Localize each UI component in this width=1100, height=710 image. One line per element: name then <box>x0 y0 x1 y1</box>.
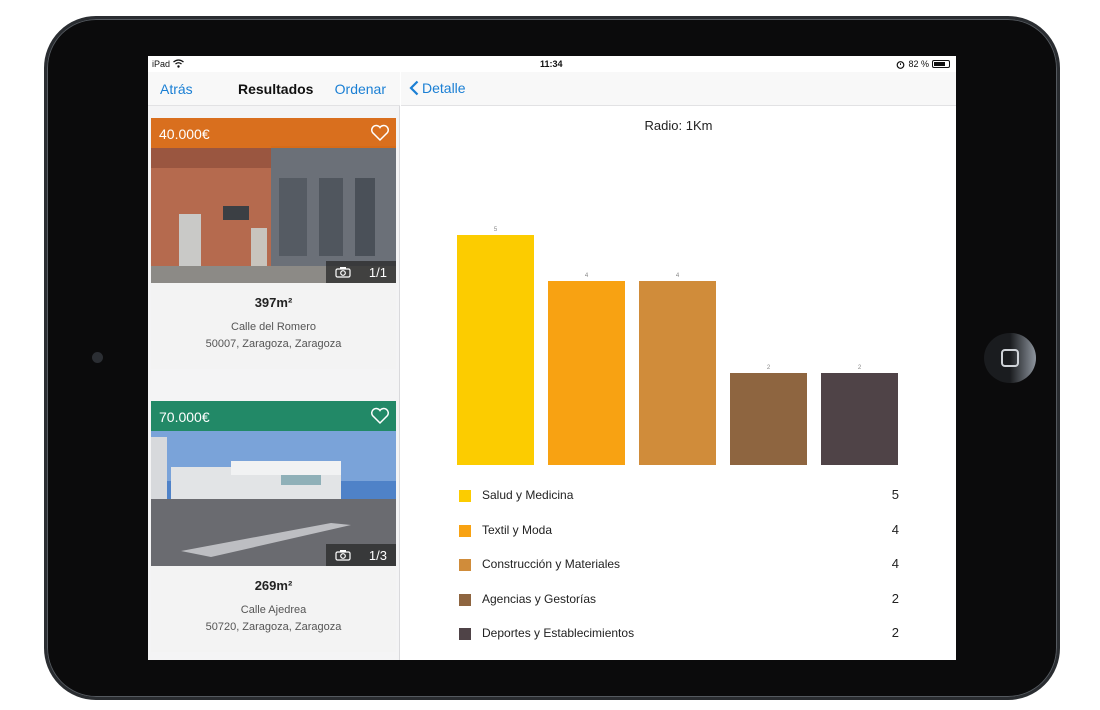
wifi-icon <box>172 59 184 68</box>
legend-label: Salud y Medicina <box>482 488 574 502</box>
results-title: Resultados <box>238 81 314 97</box>
listing-card[interactable]: 40.000€ 1/1 397m² Calle del Romero 50007… <box>151 118 396 369</box>
battery-percent: 82 % <box>908 59 929 69</box>
chart-title: Radio: 1Km <box>644 118 713 133</box>
legend-row: Construcción y Materiales 4 <box>459 553 899 588</box>
listing-area: 397m² <box>254 295 293 310</box>
results-navbar: Atrás Resultados Ordenar <box>148 72 400 106</box>
listing-street: Calle del Romero <box>231 321 316 333</box>
chart-legend: Salud y Medicina 5 Textil y Moda 4 Construcc… <box>459 484 899 657</box>
legend-swatch <box>459 559 471 571</box>
bar-1 <box>548 281 625 465</box>
price-label: 70.000€ <box>159 409 210 425</box>
photo-count-label: 1/3 <box>368 547 387 563</box>
camera-icon <box>335 267 351 278</box>
bar-value-label: 2 <box>858 365 862 371</box>
detail-panel: Detalle Radio: 1Km 5 4 4 2 2 Salud y Medicin… <box>401 72 956 660</box>
detail-back-label: Detalle <box>422 80 466 96</box>
camera-icon <box>335 550 351 561</box>
price-label: 40.000€ <box>159 126 210 142</box>
heart-icon[interactable] <box>370 407 390 425</box>
bar-value-label: 2 <box>767 365 771 371</box>
listing-info: 269m² Calle Ajedrea 50720, Zaragoza, Zar… <box>151 566 396 652</box>
battery-status: 82 % <box>896 59 950 69</box>
status-bar: iPad 11:34 82 % <box>148 56 956 72</box>
back-button[interactable]: Atrás <box>160 81 193 97</box>
legend-label: Construcción y Materiales <box>482 557 621 571</box>
battery-fill <box>934 62 946 66</box>
listing-area: 269m² <box>254 578 293 593</box>
legend-row: Deportes y Establecimientos 2 <box>459 622 899 657</box>
screen: iPad 11:34 82 % Atrás Resultados Ordenar <box>148 56 956 660</box>
chevron-left-icon <box>409 80 419 96</box>
legend-label: Textil y Moda <box>482 522 553 537</box>
legend-swatch <box>459 524 471 537</box>
heart-icon[interactable] <box>370 124 390 142</box>
listing-photo[interactable]: 40.000€ 1/1 <box>151 118 396 283</box>
front-camera <box>92 352 103 363</box>
bar-4 <box>821 373 898 465</box>
home-square-icon <box>1001 349 1019 367</box>
photo-count-label: 1/1 <box>368 264 387 280</box>
detail-back-button[interactable]: Detalle <box>409 80 466 96</box>
legend-row: Salud y Medicina 5 <box>459 484 899 519</box>
legend-row: Textil y Moda 4 <box>459 519 899 554</box>
carrier-label: iPad <box>152 59 171 69</box>
home-button[interactable] <box>984 333 1036 383</box>
sort-button[interactable]: Ordenar <box>335 81 386 97</box>
legend-label: Deportes y Establecimientos <box>482 626 635 640</box>
bar-value-label: 4 <box>585 273 589 279</box>
legend-label: Agencias y Gestorías <box>482 591 597 606</box>
listing-photo[interactable]: 70.000€ 1/3 <box>151 401 396 566</box>
photo-counter[interactable]: 1/1 <box>326 261 396 283</box>
bar-3 <box>730 373 807 465</box>
legend-value: 2 <box>891 625 899 640</box>
bar-value-label: 4 <box>676 273 680 279</box>
bar-chart: 5 4 4 2 2 <box>457 227 898 465</box>
alarm-icon <box>897 60 905 69</box>
legend-value: 5 <box>891 487 899 502</box>
listing-card[interactable]: 70.000€ 1/3 269m² Calle Ajedrea 50720, Z… <box>151 401 396 652</box>
carrier: iPad <box>152 59 184 69</box>
bar-0 <box>457 235 534 465</box>
battery-icon <box>932 60 950 68</box>
bar-2 <box>639 281 716 465</box>
clock: 11:34 <box>540 59 563 69</box>
listing-city: 50720, Zaragoza, Zaragoza <box>205 621 342 633</box>
photo-counter[interactable]: 1/3 <box>326 544 396 566</box>
detail-navbar: Detalle <box>401 72 956 106</box>
legend-value: 2 <box>891 590 899 606</box>
legend-swatch <box>459 593 471 606</box>
legend-row: Agencias y Gestorías 2 <box>459 588 899 623</box>
legend-swatch <box>459 628 471 640</box>
bar-value-label: 5 <box>494 227 498 233</box>
legend-swatch <box>459 490 471 502</box>
listing-city: 50007, Zaragoza, Zaragoza <box>205 338 342 350</box>
legend-value: 4 <box>891 556 899 571</box>
listing-info: 397m² Calle del Romero 50007, Zaragoza, … <box>151 283 396 369</box>
listing-street: Calle Ajedrea <box>240 604 307 616</box>
results-panel: Atrás Resultados Ordenar 40.000€ 1/1 397… <box>148 72 400 660</box>
legend-value: 4 <box>891 521 899 537</box>
